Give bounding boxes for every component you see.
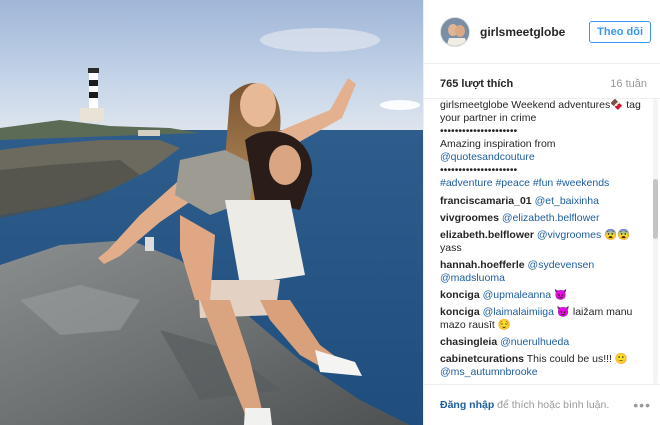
avatar[interactable] — [440, 16, 470, 47]
comment-mention[interactable]: @elizabeth.belflower — [502, 212, 600, 224]
post-photo[interactable] — [0, 0, 423, 425]
comment-username[interactable]: konciga — [440, 289, 480, 301]
post-header: girlsmeetglobe Theo dõi — [424, 0, 660, 64]
caption-dots-2: ••••••••••••••••••••• — [440, 164, 518, 176]
post-view: girlsmeetglobe Theo dõi 765 lượt thích 1… — [0, 0, 660, 425]
avatar-image — [441, 17, 469, 46]
login-link[interactable]: Đăng nhập — [440, 399, 494, 411]
post-age[interactable]: 16 tuần — [610, 78, 647, 90]
comment-text: This could be us!!! 🙂 — [524, 353, 628, 365]
comment-mention[interactable]: @upmaleanna — [483, 289, 551, 301]
comment-username[interactable]: cabinetcurations — [440, 353, 524, 365]
caption-hashtags[interactable]: #adventure #peace #fun #weekends — [440, 177, 654, 190]
post-footer: Đăng nhập để thích hoặc bình luận. ••• — [424, 384, 660, 425]
comment-item: konciga @laimalaimiiga 😈 laižam manu maz… — [440, 306, 654, 332]
caption-line: girlsmeetglobe Weekend adventures🍫 tag y… — [440, 99, 654, 125]
caption-dots-1: ••••••••••••••••••••• — [440, 125, 518, 137]
like-count[interactable]: 765 lượt thích — [440, 78, 513, 90]
post-sidebar: girlsmeetglobe Theo dõi 765 lượt thích 1… — [423, 0, 660, 425]
comment-mention[interactable]: @ms_autumnbrooke — [440, 366, 654, 379]
comment-item: elizabeth.belflower @vivgroomes 😨😨 yass — [440, 229, 654, 255]
comment-scrollbar[interactable] — [653, 99, 658, 384]
login-prompt-rest: để thích hoặc bình luận. — [494, 399, 610, 411]
comment-item: cabinetcurations This could be us!!! 🙂 @… — [440, 353, 654, 379]
comment-username[interactable]: chasingleia — [440, 336, 497, 348]
login-prompt: Đăng nhập để thích hoặc bình luận. — [440, 399, 633, 411]
comment-username[interactable]: vivgroomes — [440, 212, 499, 224]
caption: girlsmeetglobe Weekend adventures🍫 tag y… — [440, 99, 654, 190]
caption-mention[interactable]: @quotesandcouture — [440, 151, 654, 164]
comment-item: konciga @upmaleanna 😈 — [440, 289, 654, 302]
comment-username[interactable]: franciscamaria_01 — [440, 195, 532, 207]
post-username[interactable]: girlsmeetglobe — [480, 25, 589, 39]
comment-mention[interactable]: @nuerulhueda — [500, 336, 569, 348]
comment-username[interactable]: elizabeth.belflower — [440, 229, 534, 241]
comment-text: 😈 — [551, 289, 568, 301]
comment-list[interactable]: girlsmeetglobe Weekend adventures🍫 tag y… — [424, 99, 654, 384]
comment-item: chasingleia @nuerulhueda — [440, 336, 654, 349]
comment-mention[interactable]: @et_baixinha — [535, 195, 599, 207]
comment-item: hannah.hoefferle @sydevensen @madsluoma — [440, 259, 654, 285]
comment-username[interactable]: konciga — [440, 306, 480, 318]
photo-scene — [0, 0, 423, 425]
comment-mention[interactable]: @laimalaimiiga — [483, 306, 554, 318]
caption-inspiration: Amazing inspiration from — [440, 138, 556, 150]
comment-item: franciscamaria_01 @et_baixinha — [440, 195, 654, 208]
follow-button[interactable]: Theo dõi — [589, 20, 651, 43]
comment-mention[interactable]: @vivgroomes — [537, 229, 601, 241]
comment-username[interactable]: hannah.hoefferle — [440, 259, 525, 271]
post-stats: 765 lượt thích 16 tuần — [424, 69, 660, 99]
more-options-icon[interactable]: ••• — [633, 397, 651, 413]
scrollbar-thumb[interactable] — [653, 179, 658, 239]
caption-username[interactable]: girlsmeetglobe — [440, 99, 508, 111]
comment-item: vivgroomes @elizabeth.belflower — [440, 212, 654, 225]
